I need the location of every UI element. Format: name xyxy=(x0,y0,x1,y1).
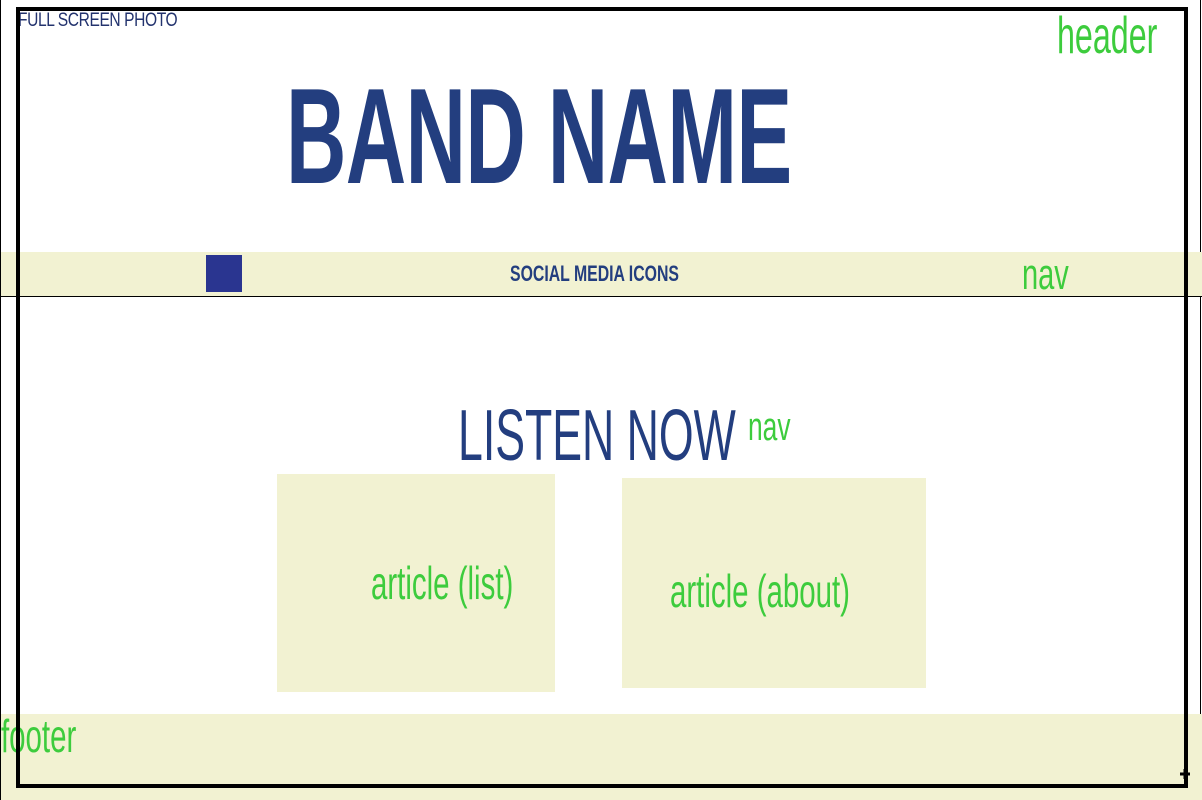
social-media-icons-label: SOCIAL MEDIA ICONS xyxy=(510,261,679,286)
right-edge-line-lower xyxy=(1200,296,1201,714)
band-name-title: BAND NAME xyxy=(286,60,792,212)
annotation-article-about: article (about) xyxy=(670,565,850,617)
wireframe-canvas: FULL SCREEN PHOTO BAND NAME SOCIAL MEDIA… xyxy=(0,0,1202,800)
annotation-footer: footer xyxy=(1,710,77,762)
annotation-nav-middle: nav xyxy=(748,405,791,449)
annotation-article-list: article (list) xyxy=(371,557,514,609)
right-edge-line xyxy=(1200,0,1201,252)
listen-now-link[interactable]: LISTEN NOW xyxy=(458,398,736,474)
full-screen-photo-label: FULL SCREEN PHOTO xyxy=(18,10,178,31)
annotation-header: header xyxy=(1057,7,1158,65)
footer-bar xyxy=(0,714,1202,800)
social-media-icon[interactable] xyxy=(206,255,242,292)
resize-handle-icon[interactable] xyxy=(1179,768,1191,780)
left-edge-line xyxy=(0,0,1,800)
annotation-nav-top: nav xyxy=(1022,250,1069,299)
